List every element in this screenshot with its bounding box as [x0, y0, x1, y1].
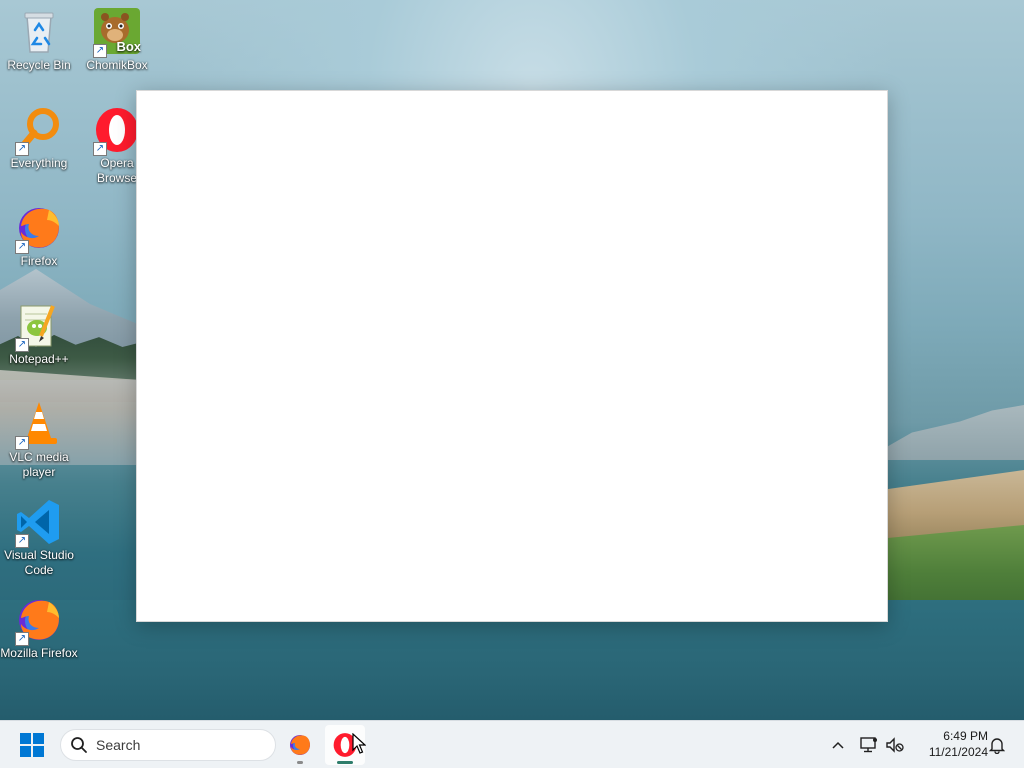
desktop-icon-label: Firefox: [20, 254, 58, 268]
clock-date: 11/21/2024: [928, 745, 988, 759]
search-placeholder: Search: [96, 737, 141, 753]
network-icon: [860, 737, 877, 753]
tray-network-button[interactable]: [858, 733, 880, 757]
running-indicator: [297, 761, 303, 764]
shortcut-arrow-icon: ↗: [15, 338, 29, 352]
desktop-icon-label: Mozilla Firefox: [0, 646, 78, 660]
windows-logo-icon: [20, 733, 44, 757]
blank-app-window[interactable]: [136, 90, 888, 622]
desktop-icon-vscode[interactable]: ↗ Visual Studio Code: [0, 498, 78, 578]
search-icon: [71, 737, 87, 753]
clock-time: 6:49 PM: [943, 729, 988, 743]
desktop-icon-label: Everything: [10, 156, 68, 170]
firefox-icon: ↗: [15, 596, 63, 646]
notepad-plus-plus-icon: ↗: [15, 302, 63, 352]
opera-icon: ↗: [93, 106, 141, 156]
notifications-button[interactable]: [986, 733, 1008, 757]
chomikbox-icon: Box ↗: [93, 8, 141, 58]
desktop: Recycle Bin Box ↗ ChomikBox ↗ Everything…: [0, 0, 1024, 768]
desktop-icon-label: VLC media player: [9, 450, 69, 479]
taskbar-app-firefox[interactable]: [280, 725, 320, 765]
recycle-bin-icon: [15, 8, 63, 56]
tray-volume-button[interactable]: [884, 733, 906, 757]
mouse-cursor-icon: [352, 733, 366, 754]
desktop-icon-label: Recycle Bin: [7, 58, 71, 72]
everything-search-icon: ↗: [15, 106, 63, 156]
desktop-icon-notepad-plus-plus[interactable]: ↗ Notepad++: [0, 302, 78, 367]
desktop-icon-chomikbox[interactable]: Box ↗ ChomikBox: [78, 8, 156, 73]
shortcut-arrow-icon: ↗: [15, 436, 29, 450]
shortcut-arrow-icon: ↗: [15, 142, 29, 156]
desktop-icon-everything[interactable]: ↗ Everything: [0, 106, 78, 171]
desktop-icon-label: Notepad++: [9, 352, 69, 366]
desktop-icon-vlc[interactable]: ↗ VLC media player: [0, 400, 78, 480]
chevron-up-icon: [832, 741, 844, 749]
active-indicator: [337, 761, 353, 764]
taskbar-clock[interactable]: 6:49 PM 11/21/2024: [912, 728, 988, 760]
shortcut-arrow-icon: ↗: [15, 632, 29, 646]
chomikbox-badge: Box: [116, 39, 141, 54]
shortcut-arrow-icon: ↗: [15, 240, 29, 254]
shortcut-arrow-icon: ↗: [93, 44, 107, 58]
vlc-icon: ↗: [15, 400, 63, 450]
shortcut-arrow-icon: ↗: [15, 534, 29, 548]
desktop-icon-label: Visual Studio Code: [4, 548, 74, 577]
taskbar: Search 6:49 PM 11/21/2024: [0, 720, 1024, 768]
desktop-icon-recycle-bin[interactable]: Recycle Bin: [0, 8, 78, 73]
wallpaper-hill-right: [864, 405, 1024, 460]
vscode-icon: ↗: [15, 498, 63, 548]
desktop-icon-mozilla-firefox[interactable]: ↗ Mozilla Firefox: [0, 596, 78, 661]
bell-icon: [989, 738, 1005, 754]
volume-muted-icon: [886, 737, 904, 753]
desktop-icon-firefox[interactable]: ↗ Firefox: [0, 204, 78, 269]
taskbar-search-box[interactable]: Search: [60, 729, 276, 761]
start-button[interactable]: [10, 729, 54, 761]
show-hidden-icons-button[interactable]: [828, 733, 848, 757]
firefox-icon: [290, 735, 310, 755]
shortcut-arrow-icon: ↗: [93, 142, 107, 156]
firefox-icon: ↗: [15, 204, 63, 254]
desktop-icon-label: ChomikBox: [86, 58, 148, 72]
